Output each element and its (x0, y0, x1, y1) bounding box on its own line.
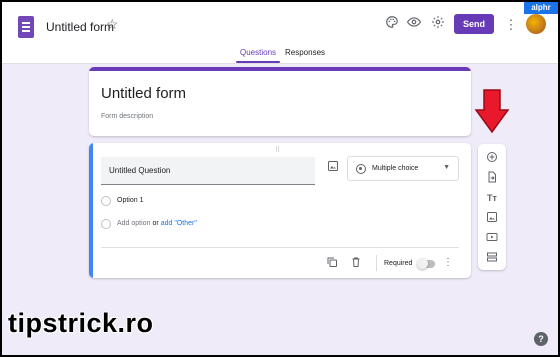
more-vertical-icon[interactable]: ⋮ (443, 256, 453, 270)
required-label: Required (384, 260, 413, 267)
required-toggle[interactable] (417, 258, 435, 269)
question-card: ⠿ Untitled Question Multiple choice ▼ Op… (89, 143, 471, 278)
footer-separator (376, 255, 377, 271)
import-questions-icon[interactable] (485, 171, 499, 185)
duplicate-icon[interactable] (325, 256, 339, 270)
question-title-text: Untitled Question (109, 166, 171, 175)
radio-button-icon (101, 196, 111, 206)
form-title-card: Untitled form Form description (89, 67, 471, 136)
add-other-link[interactable]: add "Other" (161, 220, 197, 227)
form-title[interactable]: Untitled form (101, 85, 186, 102)
or-text: or (152, 220, 159, 227)
add-question-icon[interactable] (485, 151, 499, 165)
user-avatar[interactable] (526, 14, 546, 34)
add-option-text: Add option or add "Other" (117, 220, 197, 227)
tab-questions[interactable]: Questions (240, 48, 276, 57)
star-icon[interactable]: ☆ (106, 16, 119, 33)
question-type-label: Multiple choice (372, 165, 419, 172)
form-description-field[interactable]: Form description (101, 113, 153, 120)
add-video-icon[interactable] (485, 231, 499, 245)
option-row: Option 1 (101, 195, 201, 207)
floating-toolbar: Tт (478, 144, 506, 270)
radio-button-icon (101, 219, 111, 229)
app-frame: Untitled form ☆ Send ⋮ alphr Questions R… (2, 2, 558, 355)
accent-band (89, 67, 471, 71)
radio-button-icon (356, 164, 366, 174)
watermark: tipstrick.ro (8, 308, 154, 338)
red-arrow-annotation (474, 89, 510, 134)
add-image-icon[interactable] (326, 160, 340, 174)
add-title-icon[interactable]: Tт (485, 191, 499, 205)
palette-icon[interactable] (382, 15, 402, 35)
add-option-link[interactable]: Add option (117, 220, 150, 227)
tab-responses[interactable]: Responses (285, 48, 325, 57)
help-icon[interactable]: ? (534, 332, 548, 346)
form-name[interactable]: Untitled form (46, 20, 114, 34)
preview-eye-icon[interactable] (404, 15, 424, 35)
question-title-input[interactable]: Untitled Question (101, 157, 315, 185)
active-question-indicator (89, 143, 93, 278)
add-option-row: Add option or add "Other" (101, 218, 301, 230)
question-type-select[interactable]: Multiple choice ▼ (347, 156, 459, 181)
tab-bar: Questions Responses (2, 44, 558, 64)
add-section-icon[interactable] (485, 251, 499, 265)
dropdown-caret-icon: ▼ (443, 164, 450, 171)
card-footer-divider (101, 247, 459, 248)
send-button[interactable]: Send (454, 14, 494, 34)
active-tab-indicator (236, 61, 280, 63)
add-image-icon[interactable] (485, 211, 499, 225)
delete-trash-icon[interactable] (349, 256, 363, 270)
top-bar: Untitled form ☆ Send ⋮ alphr Questions R… (2, 2, 558, 64)
more-options-icon[interactable]: ⋮ (504, 15, 518, 35)
brand-badge: alphr (524, 2, 558, 14)
forms-app-icon[interactable] (18, 16, 34, 38)
drag-handle-icon[interactable]: ⠿ (275, 146, 281, 154)
settings-gear-icon[interactable] (428, 15, 448, 35)
option-label[interactable]: Option 1 (117, 197, 143, 204)
